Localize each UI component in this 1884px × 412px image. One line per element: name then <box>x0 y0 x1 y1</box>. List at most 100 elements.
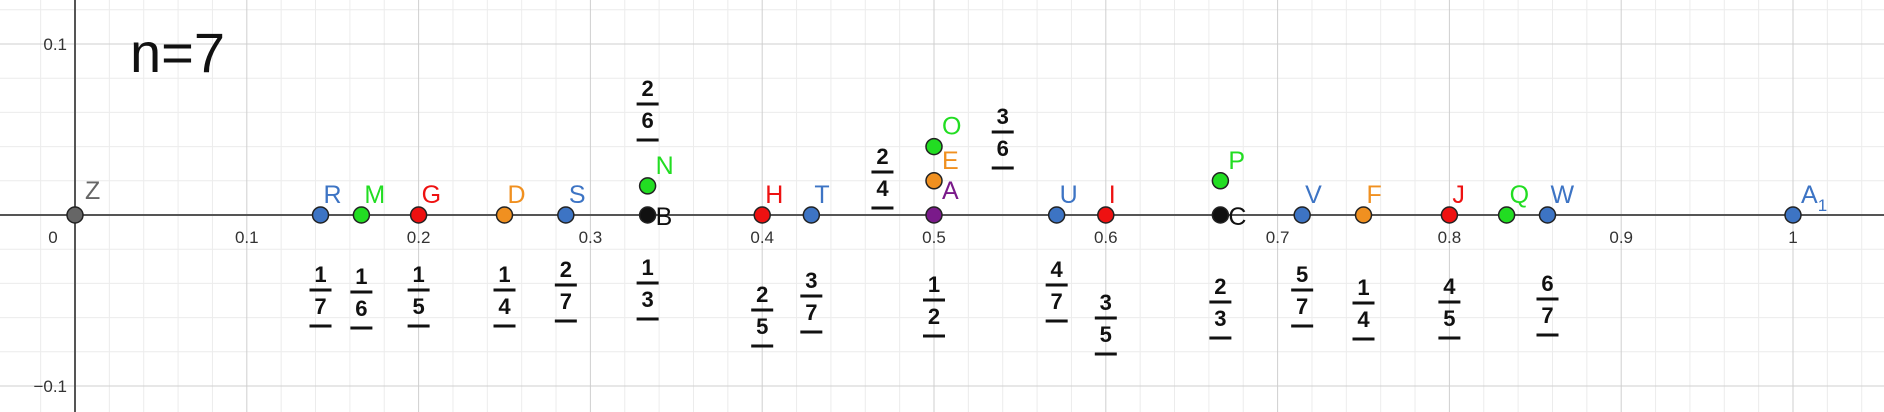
fraction-numerator: 1 <box>355 264 367 289</box>
major-grid <box>0 0 1884 412</box>
fraction-denominator: 4 <box>498 294 511 319</box>
fraction-below: 67 <box>1536 271 1559 337</box>
point-dot <box>802 206 821 224</box>
point-label: G <box>422 181 441 209</box>
point-label: C <box>1228 203 1246 231</box>
point-v[interactable]: V <box>1293 181 1322 224</box>
fraction-denominator: 7 <box>805 300 817 325</box>
point-label: S <box>569 181 586 209</box>
fraction-numerator: 1 <box>314 262 326 287</box>
x-tick-label: 0.2 <box>407 228 431 247</box>
axes <box>0 0 1884 412</box>
y-tick-label: −0.1 <box>33 377 67 396</box>
point-a1[interactable]: A1 <box>1784 181 1827 224</box>
point-u[interactable]: U <box>1047 181 1078 224</box>
y-tick-label: 0.1 <box>43 35 67 54</box>
point-z[interactable]: Z <box>66 177 100 224</box>
fraction-denominator: 5 <box>756 314 768 339</box>
fraction-below: 17 <box>309 262 332 328</box>
point-dot <box>638 206 657 224</box>
point-b[interactable]: B <box>638 203 673 231</box>
x-tick-label: 0.6 <box>1094 228 1118 247</box>
fraction-below: 47 <box>1045 257 1068 323</box>
fraction-numerator: 4 <box>1443 274 1456 299</box>
point-dot <box>638 177 657 195</box>
number-line-board[interactable]: 0 0.1 0.2 0.3 0.4 0.5 0.6 0.7 0.8 0.9 1 0.1 −0.1 n=7… <box>0 0 1884 412</box>
point-dot <box>1211 206 1230 224</box>
fraction-below: 15 <box>407 262 430 328</box>
point-label: R <box>324 181 342 209</box>
fraction-below: 13 <box>636 255 659 321</box>
fraction-numerator: 1 <box>1357 275 1369 300</box>
x-tick-label: 1 <box>1788 228 1797 247</box>
x-tick-label: 0.1 <box>235 228 259 247</box>
x-tick-label: 0.9 <box>1609 228 1633 247</box>
point-s[interactable]: S <box>557 181 586 224</box>
fraction-below: 57 <box>1291 262 1314 328</box>
point-label: W <box>1550 181 1574 209</box>
fraction-denominator: 4 <box>1357 307 1370 332</box>
point-label: U <box>1060 181 1078 209</box>
fraction-above: 36 <box>991 104 1014 170</box>
point-t[interactable]: T <box>802 181 830 224</box>
point-m[interactable]: M <box>352 181 385 224</box>
fraction-denominator: 5 <box>412 294 424 319</box>
point-dot <box>925 137 943 156</box>
x-tick-label: 0 <box>48 228 57 247</box>
fraction-denominator: 6 <box>355 296 367 321</box>
point-j[interactable]: J <box>1440 181 1465 224</box>
point-r[interactable]: R <box>311 181 342 224</box>
fraction-below: 37 <box>800 268 823 334</box>
point-label: H <box>765 181 783 209</box>
points[interactable]: Z R M G D S BN H T AEO U I CP V F J Q W A1 <box>66 113 1827 231</box>
point-label: Q <box>1510 181 1529 209</box>
point-dot <box>1784 206 1802 224</box>
point-label: E <box>942 147 959 175</box>
fraction-numerator: 1 <box>928 272 940 297</box>
point-h[interactable]: H <box>753 181 783 224</box>
fraction-denominator: 7 <box>1296 294 1308 319</box>
point-label: T <box>814 181 829 209</box>
point-label: P <box>1228 147 1245 175</box>
fraction-numerator: 3 <box>805 268 817 293</box>
fraction-numerator: 2 <box>1214 274 1226 299</box>
point-dot <box>495 206 514 224</box>
fraction-denominator: 3 <box>1214 306 1226 331</box>
fraction-numerator: 1 <box>498 262 510 287</box>
point-q[interactable]: Q <box>1497 181 1529 224</box>
point-f[interactable]: F <box>1354 181 1382 224</box>
point-label: A <box>942 177 959 205</box>
point-label: A1 <box>1801 181 1827 215</box>
point-dot <box>753 206 771 224</box>
point-n[interactable]: N <box>638 152 674 195</box>
point-dot <box>1211 172 1230 190</box>
fraction-numerator: 2 <box>876 144 888 169</box>
point-label: M <box>364 181 385 209</box>
x-tick-label: 0.7 <box>1266 228 1290 247</box>
point-dot <box>1538 206 1557 224</box>
fraction-numerator: 3 <box>997 104 1009 129</box>
fraction-numerator: 4 <box>1051 257 1064 282</box>
fraction-numerator: 1 <box>641 255 653 280</box>
fraction-numerator: 2 <box>560 257 572 282</box>
point-dot <box>409 206 428 224</box>
fraction-denominator: 7 <box>1541 303 1553 328</box>
fraction-denominator: 4 <box>876 176 889 201</box>
fraction-below: 12 <box>923 272 945 338</box>
fraction-denominator: 5 <box>1100 322 1112 347</box>
point-p[interactable]: P <box>1211 147 1245 190</box>
point-w[interactable]: W <box>1538 181 1574 224</box>
point-c[interactable]: C <box>1211 203 1246 231</box>
point-label: B <box>656 203 673 231</box>
point-dot <box>925 206 943 224</box>
fraction-below: 14 <box>493 262 516 328</box>
fraction-numerator: 5 <box>1296 262 1308 287</box>
point-label: I <box>1109 181 1116 209</box>
fraction-numerator: 1 <box>412 262 424 287</box>
point-i[interactable]: I <box>1097 181 1116 224</box>
point-label: O <box>942 113 961 141</box>
point-g[interactable]: G <box>409 181 441 224</box>
point-dot <box>1497 206 1516 224</box>
fraction-numerator: 6 <box>1541 271 1553 296</box>
fraction-below: 35 <box>1094 290 1117 356</box>
